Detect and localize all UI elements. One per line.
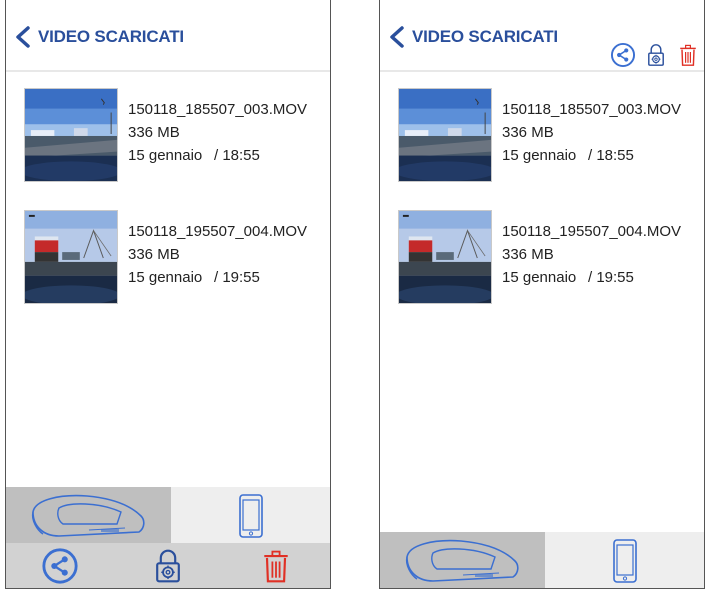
source-tabs	[6, 487, 330, 544]
share-button[interactable]	[40, 546, 80, 586]
header: VIDEO SCARICATI	[380, 0, 704, 72]
tab-phone[interactable]	[171, 487, 330, 544]
screen-header-actions: VIDEO SCARICATI 150118_185507_003.MOV 33…	[379, 0, 705, 589]
video-thumbnail[interactable]	[24, 88, 118, 182]
video-date: 15 gennaio	[128, 147, 203, 164]
video-filename: 150118_195507_004.MOV	[128, 223, 308, 240]
trash-icon	[258, 547, 294, 585]
phone-icon	[238, 493, 264, 539]
source-tabs	[380, 532, 704, 588]
dashcam-icon	[29, 490, 149, 542]
video-time: / 19:55	[214, 269, 260, 286]
lock-settings-icon	[150, 547, 186, 585]
video-size: 336 MB	[128, 246, 180, 263]
header: VIDEO SCARICATI	[6, 0, 330, 72]
video-list-item[interactable]: 150118_185507_003.MOV 336 MB 15 gennaio /…	[24, 88, 324, 186]
video-time: / 18:55	[588, 147, 634, 164]
video-date: 15 gennaio	[128, 269, 203, 286]
video-thumbnail[interactable]	[398, 88, 492, 182]
video-time: / 19:55	[588, 269, 634, 286]
video-filename: 150118_195507_004.MOV	[502, 223, 682, 240]
tab-dashcam[interactable]	[380, 532, 545, 588]
video-list-item[interactable]: 150118_195507_004.MOV 336 MB 15 gennaio /…	[24, 210, 324, 308]
page-title: VIDEO SCARICATI	[412, 27, 558, 46]
video-list-item[interactable]: 150118_195507_004.MOV 336 MB 15 gennaio /…	[398, 210, 698, 308]
page-title: VIDEO SCARICATI	[38, 27, 184, 46]
tab-dashcam[interactable]	[6, 487, 171, 544]
share-icon	[41, 547, 79, 585]
share-icon[interactable]	[610, 42, 636, 68]
phone-icon	[612, 538, 638, 584]
dashcam-icon	[403, 535, 523, 587]
video-filename: 150118_185507_003.MOV	[502, 101, 682, 118]
back-button[interactable]: VIDEO SCARICATI	[14, 26, 184, 48]
delete-button[interactable]	[256, 546, 296, 586]
chevron-left-icon	[388, 26, 408, 48]
trash-icon[interactable]	[676, 42, 700, 68]
screen-selection-bar: VIDEO SCARICATI 150118_185507_003.MOV 33…	[5, 0, 331, 589]
video-size: 336 MB	[128, 124, 180, 141]
video-date: 15 gennaio	[502, 269, 577, 286]
lock-settings-icon[interactable]	[644, 42, 668, 68]
tab-phone[interactable]	[545, 532, 704, 588]
protect-button[interactable]	[148, 546, 188, 586]
video-filename: 150118_185507_003.MOV	[128, 101, 308, 118]
video-size: 336 MB	[502, 124, 554, 141]
back-button[interactable]: VIDEO SCARICATI	[388, 26, 558, 48]
video-time: / 18:55	[214, 147, 260, 164]
video-thumbnail[interactable]	[398, 210, 492, 304]
chevron-left-icon	[14, 26, 34, 48]
video-thumbnail[interactable]	[24, 210, 118, 304]
video-size: 336 MB	[502, 246, 554, 263]
action-bar	[6, 543, 330, 588]
header-actions	[610, 42, 700, 68]
video-date: 15 gennaio	[502, 147, 577, 164]
video-list-item[interactable]: 150118_185507_003.MOV 336 MB 15 gennaio /…	[398, 88, 698, 186]
